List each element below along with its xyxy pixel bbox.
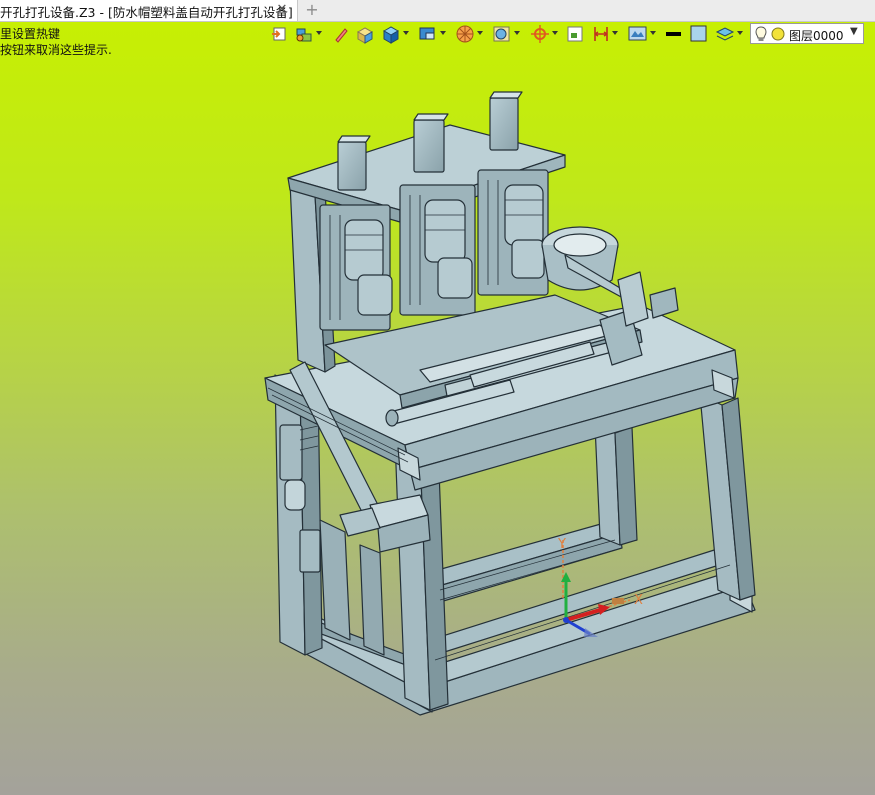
render-dropdown-caret[interactable] — [514, 31, 520, 35]
component-icon[interactable] — [294, 24, 314, 44]
cube-icon[interactable] — [381, 24, 401, 44]
snap-icon[interactable] — [530, 24, 550, 44]
view-dropdown-caret[interactable] — [440, 31, 446, 35]
close-tab-icon[interactable]: ✕ — [274, 1, 290, 19]
attach-icon[interactable] — [270, 24, 288, 44]
layer-stack-dropdown-caret[interactable] — [737, 31, 743, 35]
layer-name: 图层0000 — [789, 29, 844, 43]
document-tab-title: 开孔打孔设备.Z3 - [防水帽塑料盖自动开孔打孔设备] — [0, 5, 293, 20]
axis-y-label: Y — [557, 537, 566, 552]
pencil-icon[interactable] — [333, 24, 349, 44]
layer-dropdown-arrow[interactable]: ▼ — [850, 26, 858, 37]
dimension-icon[interactable] — [592, 24, 610, 44]
new-tab-icon[interactable]: + — [304, 0, 320, 20]
render-icon[interactable] — [492, 24, 512, 44]
machine-model: Y X — [264, 91, 756, 716]
view-icon[interactable] — [418, 24, 438, 44]
box-icon[interactable] — [355, 24, 375, 44]
layer-stack-icon[interactable] — [715, 24, 735, 44]
layer-select[interactable]: 图层0000 ▼ — [750, 23, 864, 44]
cube-dropdown-caret[interactable] — [403, 31, 409, 35]
app-window: 开孔打孔设备.Z3 - [防水帽塑料盖自动开孔打孔设备] ✕ + 里设置热键 按… — [0, 0, 875, 795]
section-icon[interactable] — [455, 24, 475, 44]
component-dropdown-caret[interactable] — [316, 31, 322, 35]
3d-viewport[interactable]: Y X — [0, 45, 875, 795]
frame-icon[interactable] — [566, 24, 584, 44]
layer-color-dot — [771, 27, 785, 41]
axis-x-label: X — [634, 593, 643, 608]
screen-dropdown-caret[interactable] — [650, 31, 656, 35]
dimension-dropdown-caret[interactable] — [612, 31, 618, 35]
tab-bar: 开孔打孔设备.Z3 - [防水帽塑料盖自动开孔打孔设备] ✕ + — [0, 0, 875, 22]
hint-line-1: 里设置热键 — [0, 27, 61, 41]
document-tab[interactable]: 开孔打孔设备.Z3 - [防水帽塑料盖自动开孔打孔设备] ✕ — [0, 0, 298, 21]
lightbulb-icon[interactable] — [754, 25, 768, 43]
section-dropdown-caret[interactable] — [477, 31, 483, 35]
screen-icon[interactable] — [628, 24, 648, 44]
fill-color-swatch[interactable] — [690, 24, 708, 44]
line-color-swatch[interactable] — [665, 24, 683, 44]
snap-dropdown-caret[interactable] — [552, 31, 558, 35]
